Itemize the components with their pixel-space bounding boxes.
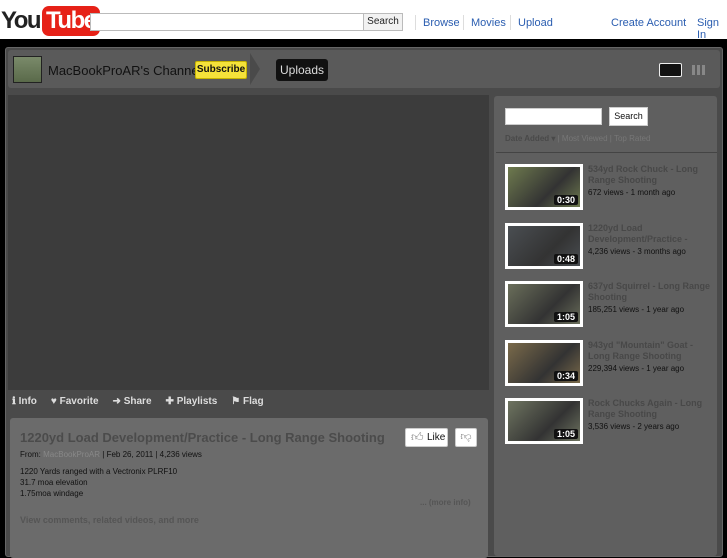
nav-movies[interactable]: Movies bbox=[471, 17, 506, 29]
nav-upload[interactable]: Upload bbox=[518, 17, 553, 29]
video-meta: From: MacBookProAR | Feb 26, 2011 | 4,23… bbox=[20, 450, 202, 459]
video-thumbnail[interactable]: 0:30 bbox=[505, 164, 583, 210]
from-label: From: bbox=[20, 450, 41, 459]
search-button[interactable]: Search bbox=[363, 13, 403, 31]
logo-text: You bbox=[1, 7, 42, 34]
video-list-item[interactable]: 0:30 534yd Rock Chuck - Long Range Shooti… bbox=[505, 164, 715, 214]
nav-browse[interactable]: Browse bbox=[423, 17, 460, 29]
like-label: Like bbox=[427, 432, 446, 443]
divider bbox=[496, 152, 717, 153]
video-item-meta: 3,536 views - 2 years ago bbox=[588, 422, 680, 431]
channel-search-input[interactable] bbox=[505, 108, 602, 125]
video-item-meta: 229,394 views - 1 year ago bbox=[588, 363, 685, 373]
channel-search-button[interactable]: Search bbox=[609, 107, 648, 126]
video-item-meta: 185,251 views - 1 year ago bbox=[588, 305, 685, 314]
video-item-meta: 4,236 views - 3 months ago bbox=[588, 246, 686, 256]
tab-label: Flag bbox=[243, 396, 264, 407]
heart-icon: ♥ bbox=[50, 396, 57, 407]
video-thumbnail[interactable]: 0:48 bbox=[505, 222, 583, 269]
video-item-title[interactable]: 637yd Squirrel - Long Range Shooting bbox=[588, 281, 713, 303]
like-button[interactable]: 👍︎ Like bbox=[405, 428, 448, 447]
more-info-link[interactable]: ... (more info) bbox=[420, 498, 471, 507]
video-description: 1220 Yards ranged with a Vectronix PLRF1… bbox=[20, 466, 177, 499]
video-thumbnail[interactable]: 1:05 bbox=[505, 281, 583, 327]
tab-share[interactable]: ➜ Share bbox=[113, 396, 152, 407]
grid-view-icon[interactable] bbox=[692, 65, 706, 75]
video-thumbnail[interactable]: 0:34 bbox=[505, 339, 583, 386]
share-arrow-icon: ➜ bbox=[112, 396, 121, 407]
sort-date-added[interactable]: Date Added ▾ bbox=[505, 134, 555, 143]
subscribe-button[interactable]: Subscribe bbox=[195, 61, 247, 79]
desc-line: 1220 Yards ranged with a Vectronix PLRF1… bbox=[20, 467, 178, 476]
divider bbox=[510, 15, 511, 30]
sort-top-rated[interactable]: Top Rated bbox=[614, 134, 650, 143]
video-title: 1220yd Load Development/Practice - Long … bbox=[20, 430, 385, 445]
top-bar: You Tube Search Browse Movies Upload Crea… bbox=[0, 0, 727, 41]
upload-date: | Feb 26, 2011 bbox=[102, 450, 154, 459]
search-input[interactable] bbox=[90, 13, 364, 31]
tab-favorite[interactable]: ♥ Favorite bbox=[51, 396, 99, 407]
sort-options: Date Added ▾ | Most Viewed | Top Rated bbox=[505, 134, 650, 143]
flag-icon: ⚑ bbox=[231, 396, 241, 407]
thumbs-down-icon: 👎︎ bbox=[460, 431, 472, 443]
video-item-title[interactable]: 943yd "Mountain" Goat - Long Range Shoot… bbox=[588, 340, 713, 362]
tab-label: Playlists bbox=[176, 396, 218, 407]
video-list-item[interactable]: 0:48 1220yd Load Development/Practice -4,… bbox=[505, 222, 715, 273]
uploads-tab[interactable]: Uploads bbox=[276, 59, 328, 81]
video-item-title[interactable]: 1220yd Load Development/Practice - bbox=[588, 223, 713, 245]
video-item-title[interactable]: Rock Chucks Again - Long Range Shooting bbox=[588, 398, 713, 420]
plus-icon: ✚ bbox=[165, 396, 174, 407]
create-account-link[interactable]: Create Account bbox=[611, 17, 686, 29]
tab-label: Info bbox=[18, 396, 37, 407]
divider bbox=[463, 15, 464, 30]
author-link[interactable]: MacBookProAR bbox=[43, 450, 100, 459]
divider bbox=[415, 15, 416, 30]
view-comments-link[interactable]: View comments, related videos, and more bbox=[20, 515, 199, 525]
duration-badge: 0:48 bbox=[553, 253, 578, 264]
youtube-logo[interactable]: You Tube bbox=[1, 6, 100, 36]
view-count: | 4,236 views bbox=[155, 450, 202, 459]
player-view-icon[interactable] bbox=[659, 63, 682, 77]
video-list-item[interactable]: 1:05 Rock Chucks Again - Long Range Shoot… bbox=[505, 398, 715, 448]
video-list-item[interactable]: 1:05 637yd Squirrel - Long Range Shooting… bbox=[505, 281, 715, 331]
video-tabs: ℹ Info ♥ Favorite ➜ Share ✚ Playlists ⚑ Flag bbox=[12, 396, 264, 407]
duration-badge: 1:05 bbox=[553, 312, 578, 322]
video-list-item[interactable]: 0:34 943yd "Mountain" Goat - Long Range S… bbox=[505, 339, 715, 390]
tab-label: Share bbox=[123, 396, 152, 407]
thumbs-up-icon: 👍︎ bbox=[411, 430, 424, 444]
tab-info[interactable]: ℹ Info bbox=[12, 396, 37, 407]
duration-badge: 0:30 bbox=[553, 195, 578, 205]
header-arrow bbox=[250, 53, 260, 85]
video-item-title[interactable]: 534yd Rock Chuck - Long Range Shooting bbox=[588, 164, 713, 186]
duration-badge: 0:34 bbox=[553, 370, 578, 381]
channel-avatar[interactable] bbox=[13, 56, 42, 83]
info-icon: ℹ bbox=[12, 396, 16, 407]
video-thumbnail[interactable]: 1:05 bbox=[505, 398, 583, 444]
channel-name[interactable]: MacBookProAR's Channel bbox=[48, 63, 202, 78]
tab-flag[interactable]: ⚑ Flag bbox=[231, 396, 263, 407]
duration-badge: 1:05 bbox=[553, 429, 578, 439]
desc-line: 31.7 moa elevation bbox=[20, 478, 88, 487]
sign-in-link[interactable]: Sign In bbox=[697, 17, 727, 41]
tab-playlists[interactable]: ✚ Playlists bbox=[166, 396, 218, 407]
video-item-meta: 672 views - 1 month ago bbox=[588, 188, 676, 197]
desc-line: 1.75moa windage bbox=[20, 489, 84, 498]
video-player[interactable] bbox=[8, 95, 489, 390]
tab-label: Favorite bbox=[59, 396, 99, 407]
dislike-button[interactable]: 👎︎ bbox=[455, 428, 477, 447]
sort-most-viewed[interactable]: Most Viewed bbox=[562, 134, 608, 143]
